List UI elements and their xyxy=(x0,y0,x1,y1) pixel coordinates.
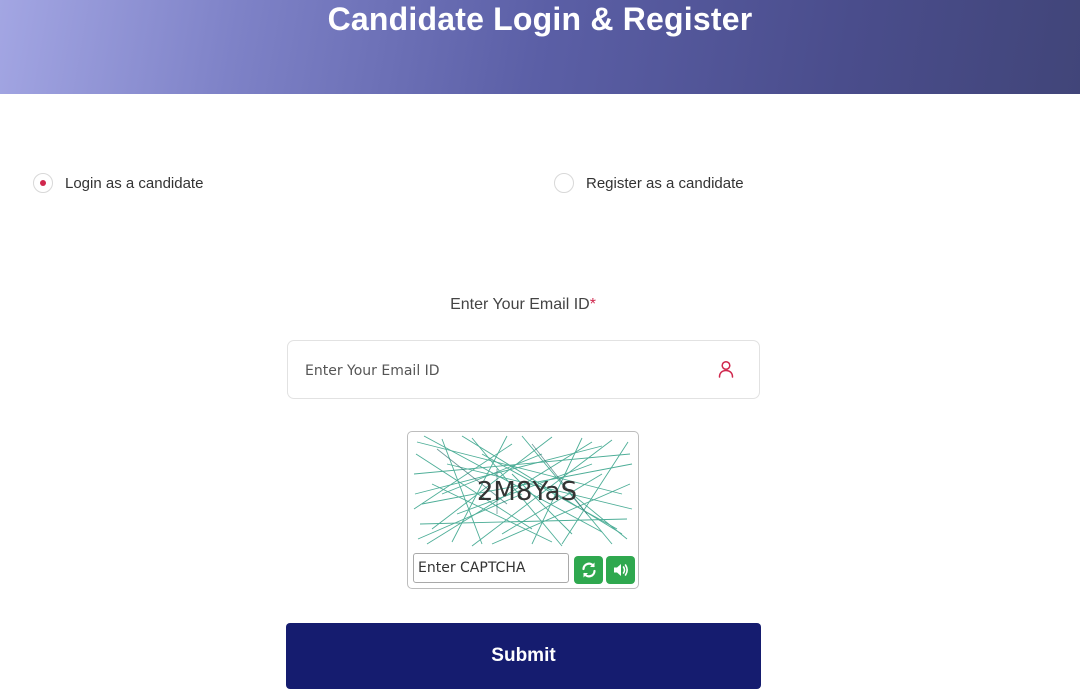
speaker-icon xyxy=(613,564,628,576)
register-radio-option[interactable]: Register as a candidate xyxy=(554,171,744,195)
captcha-refresh-button[interactable] xyxy=(574,556,603,584)
user-icon xyxy=(718,360,734,378)
email-field-label: Enter Your Email ID* xyxy=(0,296,1046,314)
register-radio-label[interactable]: Register as a candidate xyxy=(586,175,744,192)
login-radio-option[interactable]: Login as a candidate xyxy=(33,171,203,195)
login-radio-label[interactable]: Login as a candidate xyxy=(65,175,203,192)
captcha-input[interactable] xyxy=(413,553,569,583)
login-radio-button[interactable] xyxy=(33,173,53,193)
captcha-widget: 2M8YaS xyxy=(407,431,639,589)
radio-selected-dot xyxy=(40,180,46,186)
refresh-icon xyxy=(581,562,596,578)
email-label-text: Enter Your Email ID xyxy=(450,296,590,313)
page-title: Candidate Login & Register xyxy=(327,1,753,37)
captcha-image: 2M8YaS xyxy=(413,435,633,547)
page-header: Candidate Login & Register xyxy=(0,0,1080,94)
register-radio-button[interactable] xyxy=(554,173,574,193)
captcha-audio-button[interactable] xyxy=(606,556,635,584)
email-input[interactable] xyxy=(305,360,695,382)
captcha-code: 2M8YaS xyxy=(477,477,577,507)
email-field-container[interactable] xyxy=(287,340,760,399)
submit-button[interactable]: Submit xyxy=(286,623,761,689)
required-marker: * xyxy=(589,296,596,313)
